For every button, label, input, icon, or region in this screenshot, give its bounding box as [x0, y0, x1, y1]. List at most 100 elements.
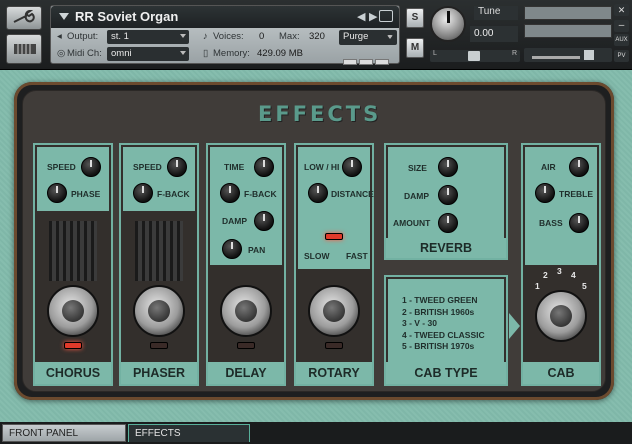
cab-bass-knob[interactable]: [569, 213, 589, 233]
aux-button[interactable]: AUX: [614, 34, 629, 46]
delay-pan-label: PAN: [248, 245, 266, 255]
delay-damp-knob[interactable]: [254, 211, 274, 231]
cab-position-3: 3: [557, 266, 562, 276]
tune-value[interactable]: 0.00: [470, 26, 518, 42]
reverb-size-label: SIZE: [408, 163, 427, 173]
dropdown-arrow-icon: [180, 34, 186, 38]
pv-button[interactable]: PV: [614, 50, 629, 62]
cab-selector-knob[interactable]: [535, 290, 587, 342]
purge-menu[interactable]: Purge: [339, 30, 397, 45]
expand-triangle-icon[interactable]: [59, 13, 69, 20]
midi-icon: ◎: [57, 48, 66, 59]
cab-position-1: 1: [535, 281, 540, 291]
dropdown-arrow-icon: [180, 51, 186, 55]
solo-button[interactable]: S: [406, 8, 424, 28]
tab-effects[interactable]: EFFECTS: [128, 424, 250, 442]
midi-label: Midi Ch:: [67, 48, 102, 59]
pan-right-label: R: [511, 50, 517, 57]
instrument-header: RR Soviet Organ ◀ ▶ ◂ Output: st. 1 ◎ Mi…: [0, 0, 632, 70]
instrument-name[interactable]: RR Soviet Organ: [75, 9, 178, 24]
reverb-damp-label: DAMP: [404, 191, 430, 201]
phaser-main-knob[interactable]: [133, 285, 185, 337]
voices-value: 0: [259, 31, 265, 42]
cab-bass-label: BASS: [539, 218, 563, 228]
phaser-feedback-knob[interactable]: [133, 183, 153, 203]
wrench-icon: [13, 10, 35, 23]
cab-type-item: 5 - BRITISH 1970s: [402, 341, 475, 351]
delay-feedback-label: F-BACK: [244, 189, 277, 199]
cab-treble-knob[interactable]: [535, 183, 555, 203]
chorus-module: SPEED PHASE CHORUS: [33, 143, 113, 386]
keyboard-icon: [14, 44, 36, 54]
max-label: Max:: [279, 31, 300, 42]
phaser-feedback-label: F-BACK: [157, 189, 190, 199]
mute-button[interactable]: M: [406, 38, 424, 58]
chorus-speed-knob[interactable]: [81, 157, 101, 177]
rotary-knob-area: LOW / HI DISTANCE SLOW FAST: [298, 147, 374, 269]
phaser-label: PHASER: [121, 362, 197, 384]
delay-main-knob[interactable]: [220, 285, 272, 337]
tab-bar: FRONT PANEL EFFECTS: [0, 422, 632, 444]
pan-left-label: L: [433, 50, 437, 57]
cab-treble-label: TREBLE: [559, 189, 593, 199]
cab-knob-area: AIR TREBLE BASS: [525, 147, 597, 265]
phaser-led[interactable]: [150, 342, 168, 349]
output-icon: ◂: [57, 31, 62, 42]
chorus-phase-knob[interactable]: [47, 183, 67, 203]
memory-value: 429.09 MB: [257, 48, 303, 59]
chorus-main-knob[interactable]: [47, 285, 99, 337]
delay-time-knob[interactable]: [254, 157, 274, 177]
close-icon[interactable]: ✕: [614, 4, 629, 16]
keyboard-button[interactable]: [6, 34, 42, 64]
output-select[interactable]: st. 1: [107, 30, 189, 44]
rotary-label: ROTARY: [296, 362, 372, 384]
wrench-button[interactable]: [6, 6, 42, 30]
pan-handle[interactable]: [468, 51, 480, 61]
reverb-amount-knob[interactable]: [438, 213, 458, 233]
rotary-fast-label: FAST: [346, 251, 368, 261]
tune-knob[interactable]: [430, 6, 466, 42]
rotary-lowhi-label: LOW / HI: [304, 162, 340, 172]
rotary-main-knob[interactable]: [308, 285, 360, 337]
prev-instrument-icon[interactable]: ◀: [357, 10, 365, 23]
midi-select[interactable]: omni: [107, 47, 189, 61]
max-voices-value[interactable]: 320: [309, 31, 325, 42]
tab-front-panel[interactable]: FRONT PANEL: [2, 424, 126, 442]
cab-air-label: AIR: [541, 162, 556, 172]
cab-position-5: 5: [582, 281, 587, 291]
cab-type-label: CAB TYPE: [386, 362, 506, 384]
phaser-knob-area: SPEED F-BACK: [123, 147, 195, 211]
chorus-speed-label: SPEED: [47, 162, 76, 172]
cab-type-module: 1 - TWEED GREEN 2 - BRITISH 1960s 3 - V …: [384, 275, 508, 386]
delay-feedback-knob[interactable]: [220, 183, 240, 203]
reverb-size-knob[interactable]: [438, 157, 458, 177]
camera-icon[interactable]: [379, 10, 393, 22]
purge-label: Purge: [343, 31, 369, 42]
reverb-damp-knob[interactable]: [438, 185, 458, 205]
phaser-speed-knob[interactable]: [167, 157, 187, 177]
next-instrument-icon[interactable]: ▶: [369, 10, 377, 23]
cab-label: CAB: [523, 362, 599, 384]
rotary-distance-knob[interactable]: [308, 183, 328, 203]
volume-handle[interactable]: [584, 50, 594, 60]
cab-type-item: 3 - V - 30: [402, 318, 437, 328]
page-title: EFFECTS: [258, 102, 382, 126]
chorus-speaker-grille: [49, 221, 97, 281]
memory-icon: ▯: [203, 48, 209, 59]
minimize-icon[interactable]: –: [614, 20, 629, 32]
rotary-speed-led[interactable]: [325, 233, 343, 240]
rotary-led[interactable]: [325, 342, 343, 349]
chorus-led[interactable]: [64, 342, 82, 349]
rotary-module: LOW / HI DISTANCE SLOW FAST ROTARY: [294, 143, 374, 386]
reverb-knob-area: SIZE DAMP AMOUNT: [388, 147, 504, 240]
cab-air-knob[interactable]: [569, 157, 589, 177]
instrument-title-bar: RR Soviet Organ ◀ ▶: [51, 6, 399, 28]
delay-pan-knob[interactable]: [222, 239, 242, 259]
rotary-lowhi-knob[interactable]: [342, 157, 362, 177]
pan-slider[interactable]: L R: [430, 50, 520, 62]
delay-module: TIME F-BACK DAMP PAN DELAY: [206, 143, 286, 386]
phaser-speaker-grille: [135, 221, 183, 281]
delay-led[interactable]: [237, 342, 255, 349]
cab-type-list: 1 - TWEED GREEN 2 - BRITISH 1960s 3 - V …: [388, 279, 504, 364]
volume-slider[interactable]: [524, 48, 612, 62]
